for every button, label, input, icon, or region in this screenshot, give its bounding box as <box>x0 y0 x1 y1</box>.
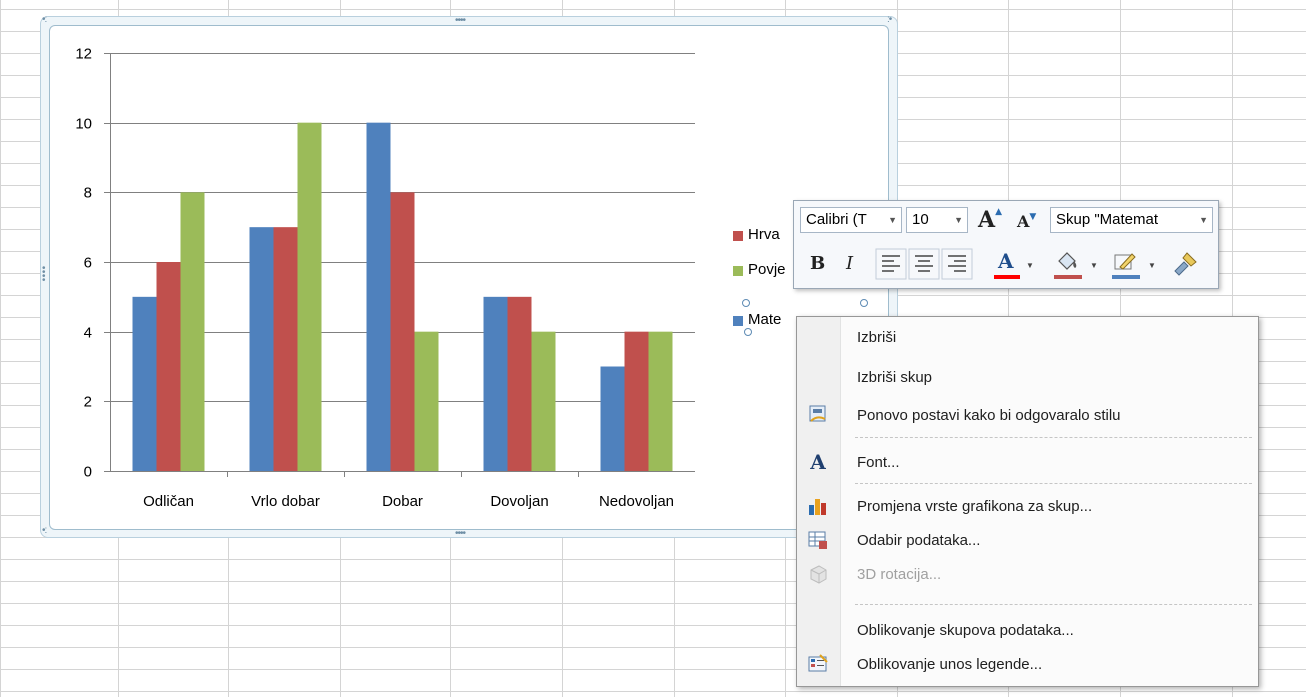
legend-item-hrvatski[interactable]: Hrva <box>748 226 780 243</box>
bar-matematika[interactable] <box>366 122 391 472</box>
bar-hrvatski[interactable] <box>156 262 181 471</box>
legend-item-povijest[interactable]: Povje <box>748 261 786 278</box>
y-tick-label: 4 <box>84 325 92 342</box>
bar-povijest[interactable] <box>531 331 556 471</box>
bar-hrvatski[interactable] <box>624 331 649 471</box>
bold-button[interactable]: B <box>810 253 825 274</box>
series-select-value: Skup "Matemat <box>1056 211 1159 228</box>
y-tick-label: 10 <box>75 116 92 133</box>
font-color-icon: A <box>998 249 1014 273</box>
align-left-button[interactable] <box>875 248 907 280</box>
menu-item-format-legend-entry[interactable]: Oblikovanje unos legende... <box>857 656 1042 673</box>
series-select-combo[interactable]: Skup "Matemat ▼ <box>1050 207 1213 233</box>
selection-handle-tr[interactable] <box>860 299 868 307</box>
menu-item-font[interactable]: Font... <box>857 454 900 471</box>
outline-color-swatch <box>1112 275 1140 279</box>
align-right-button[interactable] <box>941 248 973 280</box>
outline-pen-icon[interactable] <box>1112 249 1138 275</box>
legend-swatch-povijest <box>733 266 743 276</box>
shrink-font-icon: A <box>1017 212 1030 231</box>
bar-povijest[interactable] <box>297 122 322 472</box>
rotation-3d-icon <box>810 565 827 584</box>
bar-matematika[interactable] <box>483 296 508 471</box>
menu-item-delete-series[interactable]: Izbriši skup <box>857 369 932 386</box>
font-size-combo[interactable]: 10 ▼ <box>906 207 968 233</box>
menu-separator <box>855 483 1252 484</box>
font-name-combo[interactable]: Calibri (T ▼ <box>800 207 902 233</box>
chevron-down-icon[interactable]: ▼ <box>1026 261 1034 270</box>
legend-item-matematika[interactable]: Mate <box>748 311 781 328</box>
menu-separator <box>855 437 1252 438</box>
fill-color-swatch <box>1054 275 1082 279</box>
x-tick-label: Odličan <box>143 493 194 510</box>
left-resize-grip[interactable]: • • • • <box>42 264 45 286</box>
x-tick-label: Dovoljan <box>490 493 548 510</box>
grow-font-button[interactable]: A▲ <box>978 207 1002 233</box>
reset-style-icon <box>809 405 826 422</box>
grow-font-icon: A <box>978 207 996 233</box>
format-legend-icon <box>808 654 828 672</box>
menu-item-reset-style[interactable]: Ponovo postavi kako bi odgovaralo stilu <box>857 407 1121 424</box>
align-center-button[interactable] <box>908 248 940 280</box>
context-menu: Izbriši Izbriši skup Ponovo postavi kako… <box>796 316 1259 687</box>
chart-area[interactable]: 0 2 4 6 8 10 12 Odličan Vrlo dobar Dobar Dovoljan N… <box>49 25 889 530</box>
y-tick-label: 2 <box>84 394 92 411</box>
format-painter-icon[interactable] <box>1172 249 1202 279</box>
y-tick-label: 0 <box>84 464 92 481</box>
top-resize-grip[interactable]: •••• <box>455 16 466 26</box>
font-color-button[interactable]: A <box>998 249 1014 273</box>
italic-button[interactable]: I <box>846 253 853 274</box>
bar-matematika[interactable] <box>249 227 274 471</box>
bar-povijest[interactable] <box>648 331 673 471</box>
corner-grip-tr[interactable]: :• <box>887 15 892 25</box>
select-data-icon <box>808 531 827 549</box>
bottom-resize-grip[interactable]: •••• <box>455 529 466 539</box>
menu-item-delete[interactable]: Izbriši <box>857 329 896 346</box>
mini-formatting-toolbar: Calibri (T ▼ 10 ▼ A▲ A▼ Skup "Matemat ▼ … <box>793 200 1219 289</box>
chevron-down-icon[interactable]: ▼ <box>1090 261 1098 270</box>
font-size-value: 10 <box>912 211 929 228</box>
bar-hrvatski[interactable] <box>390 192 415 472</box>
menu-item-change-chart-type[interactable]: Promjena vrste grafikona za skup... <box>857 498 1092 515</box>
y-tick-label: 8 <box>84 185 92 202</box>
chevron-down-icon: ▼ <box>888 215 897 225</box>
chevron-down-icon: ▼ <box>1199 215 1208 225</box>
chart-type-icon <box>809 499 826 515</box>
legend-swatch-hrvatski <box>733 231 743 241</box>
bar-chart[interactable]: 0 2 4 6 8 10 12 Odličan Vrlo dobar Dobar Dovoljan N… <box>50 26 889 530</box>
menu-item-3d-rotation: 3D rotacija... <box>857 566 942 583</box>
bar-povijest[interactable] <box>180 192 205 472</box>
font-icon: A <box>810 450 826 474</box>
menu-item-format-data-series[interactable]: Oblikovanje skupova podataka... <box>857 622 1074 639</box>
corner-grip-tl[interactable]: •: <box>42 15 47 25</box>
menu-item-select-data[interactable]: Odabir podataka... <box>857 532 980 549</box>
alignment-buttons <box>875 248 973 280</box>
font-color-swatch <box>994 275 1020 279</box>
bar-matematika[interactable] <box>132 296 157 471</box>
selection-handle-bl[interactable] <box>744 328 752 336</box>
fill-bucket-icon[interactable] <box>1054 249 1080 275</box>
chevron-down-icon[interactable]: ▼ <box>1148 261 1156 270</box>
bar-hrvatski[interactable] <box>507 296 532 471</box>
shrink-font-button[interactable]: A▼ <box>1017 212 1036 231</box>
bar-hrvatski[interactable] <box>273 227 298 471</box>
x-tick-label: Nedovoljan <box>599 493 674 510</box>
chevron-down-icon: ▼ <box>954 215 963 225</box>
selection-handle-tl[interactable] <box>742 299 750 307</box>
y-tick-label: 6 <box>84 255 92 272</box>
menu-separator <box>855 604 1252 605</box>
y-tick-label: 12 <box>75 46 92 63</box>
corner-grip-bl[interactable]: •: <box>42 526 47 536</box>
x-tick-label: Dobar <box>382 493 423 510</box>
legend-swatch-matematika <box>733 316 743 326</box>
bar-povijest[interactable] <box>414 331 439 471</box>
font-name-value: Calibri (T <box>806 211 867 228</box>
bar-matematika[interactable] <box>600 366 625 472</box>
x-tick-label: Vrlo dobar <box>251 493 320 510</box>
